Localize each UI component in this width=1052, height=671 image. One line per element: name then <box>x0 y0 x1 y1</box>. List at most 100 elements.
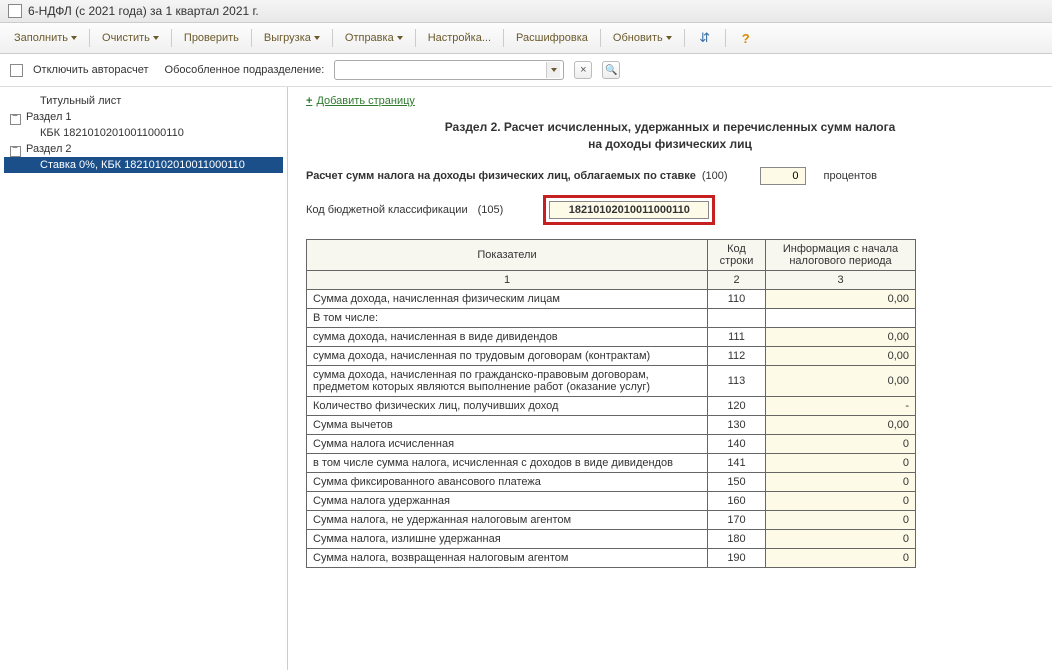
title-bar: 6-НДФЛ (с 2021 года) за 1 квартал 2021 г… <box>0 0 1052 23</box>
value-cell[interactable]: 0 <box>766 434 916 453</box>
code-cell: 113 <box>708 365 766 396</box>
indicator-cell: в том числе сумма налога, исчисленная с … <box>307 453 708 472</box>
toolbar: Заполнить Очистить Проверить Выгрузка От… <box>0 23 1052 54</box>
code-cell: 160 <box>708 491 766 510</box>
tree-section2[interactable]: Раздел 2 <box>4 141 283 157</box>
subdivision-label: Обособленное подразделение: <box>165 64 325 76</box>
col-indicator: Показатели <box>307 239 708 270</box>
value-cell[interactable]: 0 <box>766 529 916 548</box>
subhead-1: 1 <box>307 270 708 289</box>
rate-row: Расчет сумм налога на доходы физических … <box>306 167 1034 185</box>
table-row: сумма дохода, начисленная в виде дивиден… <box>307 327 916 346</box>
table-row: Сумма дохода, начисленная физическим лиц… <box>307 289 916 308</box>
value-cell[interactable]: 0 <box>766 453 916 472</box>
tree-title-page[interactable]: Титульный лист <box>4 93 283 109</box>
code-cell: 112 <box>708 346 766 365</box>
clear-button[interactable]: Очистить <box>96 29 165 47</box>
rate-label: Расчет сумм налога на доходы физических … <box>306 170 696 182</box>
value-cell[interactable]: 0 <box>766 510 916 529</box>
rate-input[interactable]: 0 <box>760 167 806 185</box>
value-cell[interactable]: 0 <box>766 491 916 510</box>
add-page-link[interactable]: + Добавить страницу <box>306 95 1034 107</box>
kbk-row: Код бюджетной классификации (105) 182101… <box>306 195 1034 225</box>
subhead-3: 3 <box>766 270 916 289</box>
decode-button[interactable]: Расшифровка <box>510 29 594 47</box>
value-cell[interactable]: 0,00 <box>766 365 916 396</box>
value-cell[interactable]: 0 <box>766 472 916 491</box>
tree-section1-kbk[interactable]: КБК 18210102010011000110 <box>4 125 283 141</box>
table-row: в том числе сумма налога, исчисленная с … <box>307 453 916 472</box>
export-button[interactable]: Выгрузка <box>258 29 326 47</box>
indicator-cell: сумма дохода, начисленная по трудовым до… <box>307 346 708 365</box>
value-cell[interactable]: 0 <box>766 548 916 567</box>
chevron-down-icon <box>666 36 672 40</box>
kbk-code-label: (105) <box>478 204 504 216</box>
search-subdivision-button[interactable]: 🔍 <box>602 61 620 79</box>
table-row: Сумма налога, не удержанная налоговым аг… <box>307 510 916 529</box>
col-code: Код строки <box>708 239 766 270</box>
kbk-input[interactable]: 18210102010011000110 <box>549 201 709 219</box>
send-button[interactable]: Отправка <box>339 29 409 47</box>
subhead-2: 2 <box>708 270 766 289</box>
table-row: Сумма налога, возвращенная налоговым аге… <box>307 548 916 567</box>
kbk-highlight: 18210102010011000110 <box>543 195 715 225</box>
clear-subdivision-button[interactable]: × <box>574 61 592 79</box>
value-cell[interactable]: 0,00 <box>766 327 916 346</box>
data-table: Показатели Код строки Информация с начал… <box>306 239 916 568</box>
indicator-cell: Сумма налога удержанная <box>307 491 708 510</box>
chevron-down-icon <box>551 68 557 72</box>
value-cell[interactable]: - <box>766 396 916 415</box>
search-icon: 🔍 <box>605 65 617 76</box>
code-cell: 111 <box>708 327 766 346</box>
indicator-cell: Сумма налога, не удержанная налоговым аг… <box>307 510 708 529</box>
value-cell[interactable]: 0,00 <box>766 415 916 434</box>
indicator-cell: Сумма вычетов <box>307 415 708 434</box>
chevron-down-icon <box>314 36 320 40</box>
code-cell: 150 <box>708 472 766 491</box>
table-row: сумма дохода, начисленная по трудовым до… <box>307 346 916 365</box>
settings-button[interactable]: Настройка... <box>422 29 497 47</box>
value-cell[interactable]: 0,00 <box>766 346 916 365</box>
collapse-button[interactable]: ⇵ <box>691 27 719 49</box>
check-button[interactable]: Проверить <box>178 29 245 47</box>
table-row: Сумма вычетов1300,00 <box>307 415 916 434</box>
code-cell: 141 <box>708 453 766 472</box>
section-title: Раздел 2. Расчет исчисленных, удержанных… <box>306 119 1034 153</box>
tree-section1[interactable]: Раздел 1 <box>4 109 283 125</box>
window-title: 6-НДФЛ (с 2021 года) за 1 квартал 2021 г… <box>28 4 259 18</box>
refresh-button[interactable]: Обновить <box>607 29 678 47</box>
indicator-cell: Сумма налога, возвращенная налоговым аге… <box>307 548 708 567</box>
table-row: Сумма налога, излишне удержанная1800 <box>307 529 916 548</box>
help-button[interactable]: ? <box>732 27 760 49</box>
code-cell: 120 <box>708 396 766 415</box>
indicator-cell: Количество физических лиц, получивших до… <box>307 396 708 415</box>
tree-section2-rate[interactable]: Ставка 0%, КБК 18210102010011000110 <box>4 157 283 173</box>
code-cell: 190 <box>708 548 766 567</box>
disable-autocalc-label: Отключить авторасчет <box>33 64 149 76</box>
value-cell[interactable]: 0,00 <box>766 289 916 308</box>
rate-suffix: процентов <box>824 170 877 182</box>
chevron-down-icon <box>153 36 159 40</box>
code-cell: 170 <box>708 510 766 529</box>
indicator-cell: Сумма дохода, начисленная физическим лиц… <box>307 289 708 308</box>
code-cell: 180 <box>708 529 766 548</box>
indicator-cell: сумма дохода, начисленная по гражданско-… <box>307 365 708 396</box>
indicator-cell: В том числе: <box>307 308 708 327</box>
fill-button[interactable]: Заполнить <box>8 29 83 47</box>
help-icon: ? <box>738 30 754 46</box>
indicator-cell: Сумма налога исчисленная <box>307 434 708 453</box>
collapse-icon: ⇵ <box>697 30 713 46</box>
table-row: Сумма налога удержанная1600 <box>307 491 916 510</box>
disable-autocalc-checkbox[interactable] <box>10 64 23 77</box>
subdivision-select[interactable] <box>334 60 564 80</box>
options-bar: Отключить авторасчет Обособленное подраз… <box>0 54 1052 87</box>
content-panel: + Добавить страницу Раздел 2. Расчет исч… <box>288 87 1052 670</box>
rate-code-label: (100) <box>702 170 728 182</box>
kbk-label: Код бюджетной классификации <box>306 204 468 216</box>
main-area: Титульный лист Раздел 1 КБК 182101020100… <box>0 87 1052 670</box>
chevron-down-icon <box>71 36 77 40</box>
table-row: сумма дохода, начисленная по гражданско-… <box>307 365 916 396</box>
value-cell <box>766 308 916 327</box>
code-cell: 130 <box>708 415 766 434</box>
table-row: Сумма фиксированного авансового платежа1… <box>307 472 916 491</box>
